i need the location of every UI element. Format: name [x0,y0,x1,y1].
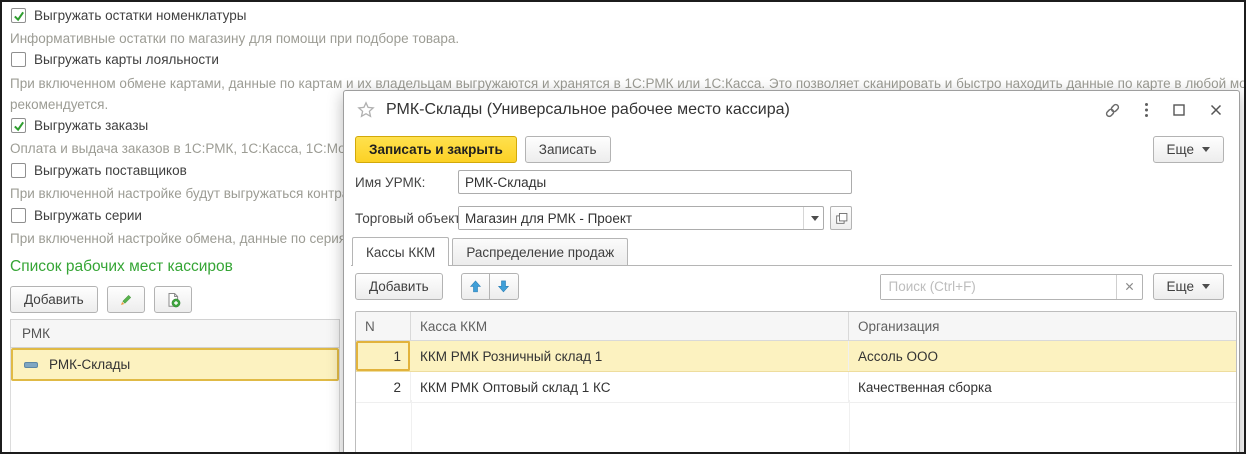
window-controls [1104,102,1223,119]
copy-workplace-button[interactable] [154,286,192,313]
tab-kassy-kkm[interactable]: Кассы ККМ [352,237,449,266]
copy-document-icon [165,292,181,308]
arrow-up-icon [469,280,482,293]
link-icon[interactable] [1104,102,1121,119]
workplaces-toolbar: Добавить [10,286,192,313]
chevron-down-icon [1202,284,1210,289]
checkbox-label: Выгружать поставщиков [34,163,187,178]
section-title-cashier-workplaces: Список рабочих мест кассиров [10,258,233,276]
cell-kassa-kkm: ККМ РМК Оптовый склад 1 КС [411,372,849,402]
checkbox-upload-series[interactable]: Выгружать серии [11,208,142,223]
column-header-kassa-kkm: Касса ККМ [411,312,849,340]
table-toolbar: Добавить Еще [355,273,1224,300]
pencil-icon [118,292,134,308]
checkbox-upload-loyalty-cards[interactable]: Выгружать карты лояльности [11,52,219,67]
hint-text: При включенной настройке будут выгружать… [10,186,349,201]
move-row-buttons [461,273,519,300]
more-vertical-icon[interactable] [1144,102,1149,118]
chevron-down-icon [811,216,819,221]
close-icon[interactable] [1209,103,1223,117]
checkbox-label: Выгружать карты лояльности [34,52,219,67]
cell-organizaciya: Ассоль ООО [849,341,1236,371]
more-button-label: Еще [1167,142,1194,157]
combo-dropdown-button[interactable] [803,207,823,229]
checkmark-icon [13,10,25,22]
favorite-star-icon[interactable] [357,101,375,119]
kkm-table: N Касса ККМ Организация 1 ККМ РМК Рознич… [355,311,1237,454]
app-window: Выгружать остатки номенклатуры Информати… [0,0,1246,454]
checkbox-label: Выгружать заказы [34,118,148,133]
column-header-organizaciya: Организация [849,312,1236,340]
trade-object-combo [458,206,824,230]
dialog-more-button[interactable]: Еще [1153,136,1224,163]
checkbox-upload-suppliers[interactable]: Выгружать поставщиков [11,163,187,178]
open-in-window-icon [835,212,848,225]
column-divider [411,400,412,454]
clear-search-icon[interactable] [1116,275,1142,299]
arrow-down-icon [497,280,510,293]
tab-raspredelenie-prodazh[interactable]: Распределение продаж [452,238,628,265]
list-item-rmk-sklady[interactable]: РМК-Склады [11,348,339,381]
dialog-title: РМК-Склады (Универсальное рабочее место … [386,101,790,119]
catalog-item-icon [24,362,38,368]
checkbox-box[interactable] [11,208,26,223]
chevron-down-icon [1202,147,1210,152]
more-button-label: Еще [1167,279,1194,294]
dialog-titlebar: РМК-Склады (Универсальное рабочее место … [344,91,1239,121]
column-title: РМК [22,326,50,341]
checkbox-upload-orders[interactable]: Выгружать заказы [11,118,148,133]
table-row[interactable]: 2 ККМ РМК Оптовый склад 1 КС Качественна… [356,372,1236,403]
cell-n: 2 [356,372,411,402]
column-header-n: N [356,312,411,340]
cell-kassa-kkm: ККМ РМК Розничный склад 1 [411,341,849,371]
move-up-button[interactable] [461,273,490,300]
checkbox-box[interactable] [11,8,26,23]
add-workplace-button[interactable]: Добавить [10,286,98,313]
tab-label: Кассы ККМ [366,245,435,260]
cell-n: 1 [356,341,411,371]
dialog-command-bar: Записать и закрыть Записать Еще [355,136,1224,163]
checkbox-upload-stock[interactable]: Выгружать остатки номенклатуры [11,8,246,23]
save-and-close-button[interactable]: Записать и закрыть [355,136,517,163]
checkbox-label: Выгружать серии [34,208,142,223]
hint-text: При включенной настройке обмена, данные … [10,231,346,246]
hint-text: Информативные остатки по магазину для по… [10,31,459,46]
save-button[interactable]: Записать [525,136,611,163]
move-down-button[interactable] [490,273,519,300]
cell-organizaciya: Качественная сборка [849,372,1236,402]
table-row[interactable]: 1 ККМ РМК Розничный склад 1 Ассоль ООО [356,341,1236,372]
checkmark-icon [13,120,25,132]
checkbox-label: Выгружать остатки номенклатуры [34,8,246,23]
list-item-label: РМК-Склады [49,357,130,372]
urmk-name-input[interactable] [458,170,852,194]
trade-object-input[interactable] [459,207,803,229]
search-box [880,274,1143,300]
search-input[interactable] [881,275,1116,299]
trade-object-label: Торговый объект: [355,211,464,226]
workplaces-list-header[interactable]: РМК [10,319,340,348]
hint-text: рекомендуется. [10,97,108,112]
checkbox-box[interactable] [11,118,26,133]
rmk-sklady-dialog: РМК-Склады (Универсальное рабочее место … [343,90,1240,454]
edit-workplace-button[interactable] [107,286,145,313]
workplaces-list: РМК-Склады [10,348,340,452]
add-kkm-button[interactable]: Добавить [355,273,443,300]
hint-text: Оплата и выдача заказов в 1С:РМК, 1С:Кас… [10,141,346,156]
urmk-name-label: Имя УРМК: [355,175,425,190]
kkm-table-header[interactable]: N Касса ККМ Организация [356,312,1236,341]
dialog-tabs: Кассы ККМ Распределение продаж [351,237,1232,266]
checkbox-box[interactable] [11,163,26,178]
hint-text: При включенном обмене картами, данные по… [10,76,1246,91]
tab-label: Распределение продаж [466,245,614,260]
maximize-icon[interactable] [1172,103,1186,117]
checkbox-box[interactable] [11,52,26,67]
table-more-button[interactable]: Еще [1153,273,1224,300]
column-divider [849,400,850,454]
trade-object-open-button[interactable] [830,206,852,230]
